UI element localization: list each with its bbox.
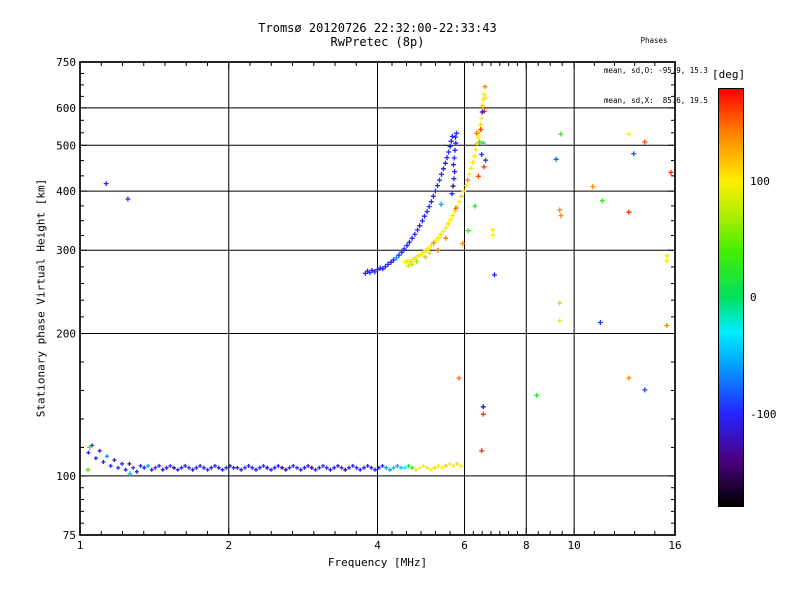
phase-stats-header: Phases: [640, 36, 668, 45]
colorbar-tick-100: 100: [750, 175, 770, 188]
svg-text:400: 400: [56, 185, 76, 198]
svg-text:16: 16: [668, 539, 681, 552]
colorbar-tick-neg100: -100: [750, 408, 777, 421]
ionogram-screen: 1 2 4 6 8 10 16 75 100 200 300 400 500 600 750 Tromsø …: [0, 0, 800, 600]
svg-text:6: 6: [461, 539, 468, 552]
svg-text:8: 8: [523, 539, 530, 552]
colorbar-tick-0: 0: [750, 291, 757, 304]
svg-text:200: 200: [56, 328, 76, 341]
phase-stats-block: Phases mean, sd,O: -95.9, 15.3 mean, sd,…: [604, 16, 708, 126]
colorbar-units-label: [deg]: [712, 68, 746, 81]
svg-text:100: 100: [56, 470, 76, 483]
page-title: Tromsø 20120726 22:32:00-22:33:43: [258, 21, 497, 35]
x-axis-label: Frequency [MHz]: [327, 556, 428, 569]
page-subtitle: RwPretec (8p): [330, 35, 425, 49]
phase-stats-o-mode: mean, sd,O: -95.9, 15.3: [604, 66, 708, 75]
svg-text:4: 4: [374, 539, 381, 552]
svg-text:10: 10: [568, 539, 581, 552]
svg-text:300: 300: [56, 244, 76, 257]
svg-text:75: 75: [63, 529, 76, 542]
y-axis-label: Stationary phase Virtual Height [km]: [34, 178, 48, 418]
svg-text:750: 750: [56, 56, 76, 69]
svg-text:600: 600: [56, 102, 76, 115]
phase-stats-x-mode: mean, sd,X: 85.6, 19.5: [604, 96, 708, 105]
svg-text:1: 1: [77, 539, 84, 552]
colorbar: [718, 88, 744, 507]
svg-text:500: 500: [56, 139, 76, 152]
svg-text:2: 2: [225, 539, 232, 552]
